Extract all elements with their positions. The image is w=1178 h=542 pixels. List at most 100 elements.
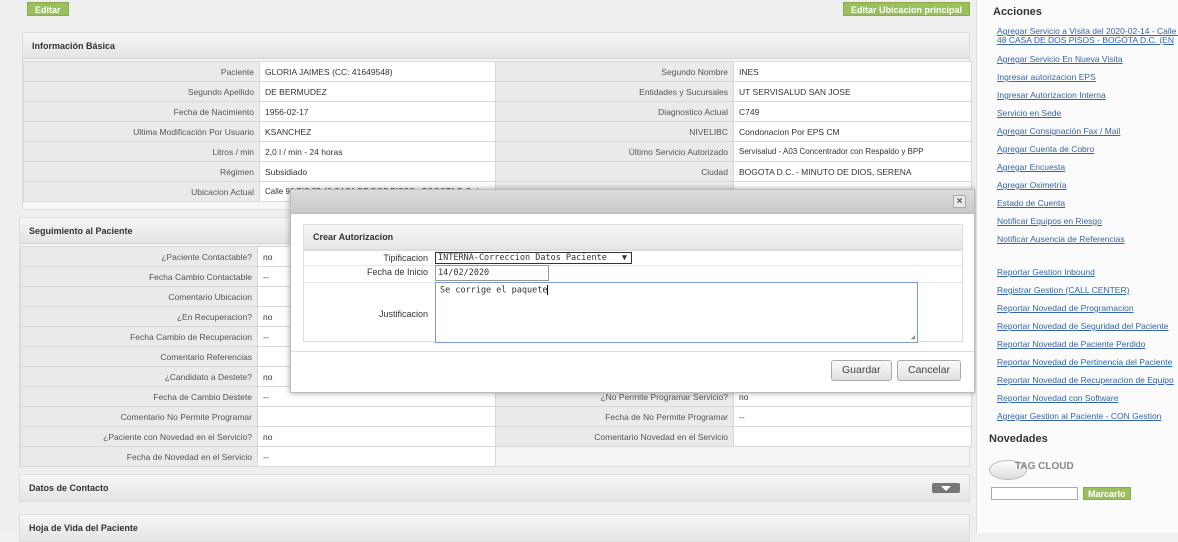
action-link[interactable]: Registrar Gestion (CALL CENTER) [997, 285, 1129, 295]
field-label: Diagnostico Actual [495, 101, 734, 122]
field-value: 1956-02-17 [259, 101, 496, 122]
table-row: Paciente GLORIA JAIMES (CC: 41649548) [23, 61, 496, 82]
save-button[interactable]: Guardar [831, 360, 892, 381]
table-row: Comentario No Permite Programar [20, 406, 496, 427]
tag-input[interactable] [991, 487, 1078, 500]
actions-title: Acciones [993, 6, 1042, 18]
field-value: GLORIA JAIMES (CC: 41649548) [259, 61, 496, 82]
table-row: Comentario Novedad en el Servicio [495, 426, 972, 447]
field-value: UT SERVISALUD SAN JOSE [733, 81, 972, 102]
field-label: Fecha de No Permite Programar [495, 406, 734, 427]
expand-toggle-icon[interactable] [932, 483, 960, 493]
basic-info-table-right: Segundo Nombre INES Entidades y Sucursales… [495, 61, 972, 202]
action-link[interactable]: Notificar Ausencia de Referencias [997, 234, 1125, 244]
basic-info-table-left: Paciente GLORIA JAIMES (CC: 41649548) Segu… [23, 61, 496, 202]
field-value: -- [733, 406, 972, 427]
field-label: Comentario No Permite Programar [20, 406, 258, 427]
dialog-titlebar: × [291, 190, 974, 214]
action-link[interactable]: Ingresar Autorizacion Interna [997, 90, 1106, 100]
field-value [257, 406, 496, 427]
authorization-form: Crear Autorizacion Tipificacion INTERNA-… [303, 224, 963, 343]
action-link[interactable]: Agregar Servicio En Nueva Visita [997, 54, 1123, 64]
action-link[interactable]: Reportar Novedad con Software [997, 393, 1118, 403]
history-title: Hoja de Vida del Paciente [20, 515, 969, 541]
action-link[interactable]: Agregar Gestion al Paciente - CON Gestio… [997, 411, 1161, 421]
field-label: Ubicacion Actual [23, 181, 260, 202]
action-link[interactable]: Reportar Novedad de Seguridad del Pacien… [997, 321, 1169, 331]
field-value: KSANCHEZ [259, 121, 496, 142]
edit-location-button[interactable]: Editar Ubicacion principal [843, 2, 971, 16]
field-label: Litros / min [23, 141, 260, 162]
create-authorization-dialog: × Crear Autorizacion Tipificacion INTERN… [290, 189, 975, 393]
contact-panel: Datos de Contacto [19, 474, 970, 502]
field-label: Segundo Apellido [23, 81, 260, 102]
field-label: Fecha de Novedad en el Servicio [20, 446, 258, 467]
field-value: DE BERMUDEZ [259, 81, 496, 102]
basic-info-title: Información Básica [23, 33, 969, 59]
table-row: Diagnostico Actual C749 [495, 101, 972, 122]
field-value: INES [733, 61, 972, 82]
field-value [733, 426, 972, 447]
justification-textarea[interactable]: Se corrige el paquete ◢ [435, 282, 918, 343]
start-date-input[interactable]: 14/02/2020 [435, 265, 549, 281]
table-row: Segundo Nombre INES [495, 61, 972, 82]
tipificacion-value: INTERNA-Correccion Datos Paciente [438, 253, 607, 263]
field-label: ¿Paciente con Novedad en el Servicio? [20, 426, 258, 447]
table-row: ¿Paciente con Novedad en el Servicio? no [20, 426, 496, 447]
history-panel: Hoja de Vida del Paciente [19, 514, 970, 542]
field-label: Fecha de Nacimiento [23, 101, 260, 122]
cancel-button[interactable]: Cancelar [897, 360, 962, 381]
action-link[interactable]: Reportar Novedad de Recuperacion de Equi… [997, 375, 1174, 385]
action-link[interactable]: Reportar Novedad de Programacion [997, 303, 1134, 313]
field-label: Entidades y Sucursales [495, 81, 734, 102]
action-link[interactable]: Agregar Cuenta de Cobro [997, 144, 1094, 154]
field-value: no [257, 426, 496, 447]
form-title: Crear Autorizacion [304, 225, 962, 250]
action-link[interactable]: Ingresar autorizacion EPS [997, 72, 1096, 82]
table-row: Ultima Modificación Por Usuario KSANCHEZ [23, 121, 496, 142]
field-label: Fecha Cambio Contactable [20, 266, 258, 287]
tipificacion-select[interactable]: INTERNA-Correccion Datos Paciente ▼ [435, 252, 632, 264]
action-link[interactable]: Reportar Novedad de Paciente Perdido [997, 339, 1145, 349]
edit-button[interactable]: Editar [27, 2, 69, 16]
novedades-title: Novedades [989, 433, 1048, 445]
table-row: Fecha de Nacimiento 1956-02-17 [23, 101, 496, 122]
table-row: Ciudad BOGOTA D.C. - MINUTO DE DIOS, SERE… [495, 161, 972, 182]
table-row: Régimen Subsidiado [23, 161, 496, 182]
field-label: Comentario Ubicacion [20, 286, 258, 307]
field-value: -- [257, 446, 496, 467]
actions-sidebar: Acciones Agregar Servicio a Visita del 2… [976, 0, 1178, 533]
action-link[interactable]: Servicio en Sede [997, 108, 1061, 118]
main-content: Editar Editar Ubicacion principal Inform… [0, 0, 976, 542]
field-value: C749 [733, 101, 972, 122]
table-row: Litros / min 2,0 l / min - 24 horas [23, 141, 496, 162]
table-row: NIVELIBC Condonacion Por EPS CM [495, 121, 972, 142]
action-link[interactable]: Notificar Equipos en Riesgo [997, 216, 1102, 226]
action-link[interactable]: 48 CASA DE DOS PISOS - BOGOTA D.C. (EN [997, 35, 1174, 45]
action-link[interactable]: Agregar Oximetría [997, 180, 1066, 190]
table-row: Entidades y Sucursales UT SERVISALUD SAN … [495, 81, 972, 102]
close-icon[interactable]: × [953, 195, 966, 208]
table-row: Fecha de Novedad en el Servicio -- [20, 446, 496, 467]
field-label: Comentario Novedad en el Servicio [495, 426, 734, 447]
field-label: Fecha Cambio de Recuperacion [20, 326, 258, 347]
field-label: Comentario Referencias [20, 346, 258, 367]
tag-mark-button[interactable]: Marcarlo [1083, 487, 1131, 500]
action-link[interactable]: Reportar Gestion Inbound [997, 267, 1095, 277]
justification-value: Se corrige el paquete [440, 285, 548, 296]
action-link[interactable]: Agregar Encuesta [997, 162, 1065, 172]
followup-table-right: ¿No Permite Programar Servicio? no Fecha d… [495, 386, 972, 447]
tag-cloud: TAG CLOUD [989, 456, 1093, 480]
field-value: 2,0 l / min - 24 horas [259, 141, 496, 162]
field-value: BOGOTA D.C. - MINUTO DE DIOS, SERENA [733, 161, 972, 182]
justification-label: Justificacion [378, 309, 428, 319]
contact-title: Datos de Contacto [20, 475, 969, 501]
tipificacion-label: Tipificacion [383, 253, 428, 263]
field-label: ¿Paciente Contactable? [20, 246, 258, 267]
action-link[interactable]: Reportar Novedad de Pertinencia del Paci… [997, 357, 1172, 367]
chevron-down-icon: ▼ [621, 253, 627, 263]
action-link[interactable]: Estado de Cuenta [997, 198, 1065, 208]
resize-handle-icon[interactable]: ◢ [911, 333, 915, 341]
action-link[interactable]: Agregar Consignación Fax / Mail [997, 126, 1120, 136]
basic-info-panel: Información Básica Paciente GLORIA JAIMES… [22, 32, 972, 210]
